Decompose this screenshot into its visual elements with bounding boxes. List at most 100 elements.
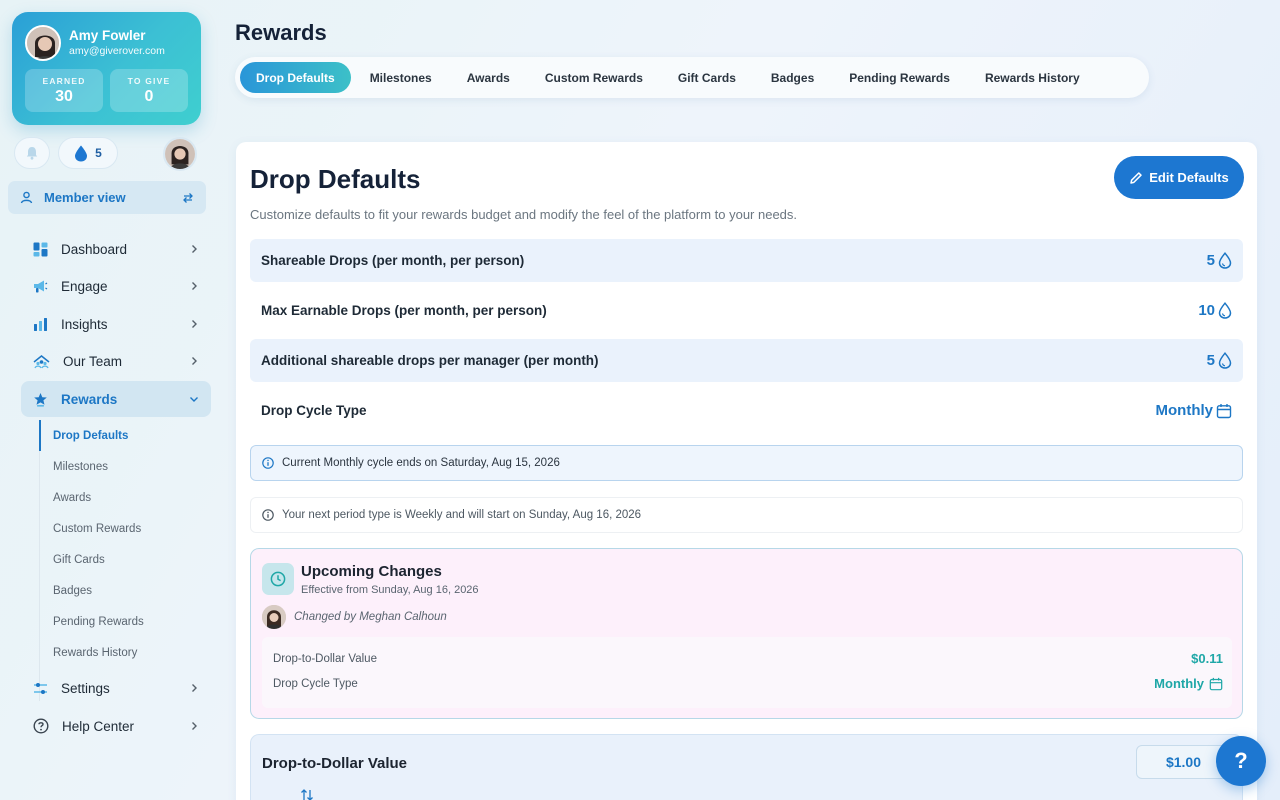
dashboard-icon xyxy=(33,242,48,256)
setting-value: 10 xyxy=(1198,302,1232,319)
card-description: Customize defaults to fit your rewards b… xyxy=(250,207,798,222)
to-give-label: TO GIVE xyxy=(127,76,171,86)
earned-stat: EARNED 30 xyxy=(25,69,103,112)
change-row: Drop Cycle Type Monthly xyxy=(273,676,1223,691)
member-view-toggle[interactable]: Member view xyxy=(8,181,206,214)
drops-balance-button[interactable]: 5 xyxy=(58,137,118,169)
setting-manager-drops: Additional shareable drops per manager (… xyxy=(250,339,1243,382)
nav-dashboard[interactable]: Dashboard xyxy=(21,231,211,267)
star-icon xyxy=(34,392,47,407)
clock-badge xyxy=(262,563,294,595)
setting-max-earnable-drops: Max Earnable Drops (per month, per perso… xyxy=(250,289,1243,332)
upcoming-effective-date: Effective from Sunday, Aug 16, 2026 xyxy=(301,584,479,596)
to-give-value: 0 xyxy=(144,88,154,105)
clock-icon xyxy=(270,571,286,587)
subnav-rewards-history[interactable]: Rewards History xyxy=(39,638,209,669)
upcoming-title: Upcoming Changes xyxy=(301,563,442,580)
bell-icon xyxy=(26,147,38,160)
user-email: amy@giverover.com xyxy=(69,45,165,57)
notifications-button[interactable] xyxy=(14,137,50,169)
nav-rewards[interactable]: Rewards xyxy=(21,381,211,417)
chevron-right-icon xyxy=(192,245,197,253)
subnav-milestones[interactable]: Milestones xyxy=(39,451,209,482)
setting-drop-cycle-type: Drop Cycle Type Monthly xyxy=(250,389,1243,432)
chevron-right-icon xyxy=(192,357,197,365)
tab-pending-rewards[interactable]: Pending Rewards xyxy=(833,62,966,93)
setting-value-text: 10 xyxy=(1198,302,1215,319)
tab-gift-cards[interactable]: Gift Cards xyxy=(662,62,752,93)
user-name: Amy Fowler xyxy=(69,28,146,43)
tab-milestones[interactable]: Milestones xyxy=(354,62,448,93)
drop-to-dollar-panel: Drop-to-Dollar Value $1.00 xyxy=(250,734,1243,800)
page-title: Rewards xyxy=(235,20,327,45)
nav-engage-label: Engage xyxy=(61,278,108,294)
profile-card[interactable]: Amy Fowler amy@giverover.com EARNED 30 T… xyxy=(12,12,201,125)
to-give-stat: TO GIVE 0 xyxy=(110,69,188,112)
tab-drop-defaults[interactable]: Drop Defaults xyxy=(240,62,351,93)
team-icon xyxy=(33,354,50,368)
sidebar: Amy Fowler amy@giverover.com EARNED 30 T… xyxy=(0,0,222,800)
tab-custom-rewards[interactable]: Custom Rewards xyxy=(529,62,659,93)
rewards-subnav: Drop Defaults Milestones Awards Custom R… xyxy=(39,420,209,701)
info-icon xyxy=(262,457,274,469)
change-value: $0.11 xyxy=(1191,651,1223,666)
change-label: Drop Cycle Type xyxy=(273,677,358,690)
edit-defaults-button[interactable]: Edit Defaults xyxy=(1114,156,1244,199)
current-cycle-text: Current Monthly cycle ends on Saturday, … xyxy=(282,457,560,469)
sliders-icon xyxy=(34,682,47,694)
drop-outline-icon xyxy=(1218,302,1232,319)
profile-avatar-button[interactable] xyxy=(163,137,197,171)
swap-icon xyxy=(183,192,193,203)
earned-label: EARNED xyxy=(42,76,86,86)
setting-value-text: 5 xyxy=(1206,352,1215,369)
card-title: Drop Defaults xyxy=(250,164,421,194)
nav-settings-label: Settings xyxy=(61,680,110,696)
subnav-drop-defaults[interactable]: Drop Defaults xyxy=(39,420,209,452)
rewards-tabs: Drop Defaults Milestones Awards Custom R… xyxy=(235,57,1149,98)
drop-icon xyxy=(75,145,88,161)
nav-rewards-label: Rewards xyxy=(61,391,118,407)
nav-settings[interactable]: Settings xyxy=(21,670,211,706)
chevron-down-icon xyxy=(190,397,198,402)
nav-help-center-label: Help Center xyxy=(62,718,135,734)
setting-value-text: 5 xyxy=(1206,252,1215,269)
info-icon xyxy=(262,509,274,521)
subnav-custom-rewards[interactable]: Custom Rewards xyxy=(39,513,209,544)
change-value: Monthly xyxy=(1154,676,1223,691)
tab-awards[interactable]: Awards xyxy=(451,62,526,93)
user-avatar xyxy=(25,25,61,61)
nav-our-team[interactable]: Our Team xyxy=(21,343,211,379)
drop-outline-icon xyxy=(1218,352,1232,369)
tab-rewards-history[interactable]: Rewards History xyxy=(969,62,1096,93)
nav-help-center[interactable]: Help Center xyxy=(21,708,211,744)
setting-value-text: Monthly xyxy=(1155,402,1214,419)
drop-to-dollar-title: Drop-to-Dollar Value xyxy=(262,755,408,772)
chevron-right-icon xyxy=(192,282,197,290)
earned-value: 30 xyxy=(55,88,73,105)
subnav-badges[interactable]: Badges xyxy=(39,575,209,606)
setting-value: 5 xyxy=(1207,252,1232,269)
subnav-awards[interactable]: Awards xyxy=(39,482,209,513)
chevron-right-icon xyxy=(192,684,197,692)
user-icon xyxy=(20,191,33,204)
pencil-icon xyxy=(1130,171,1143,184)
nav-insights-label: Insights xyxy=(61,316,108,332)
setting-label: Additional shareable drops per manager (… xyxy=(261,353,599,368)
drop-defaults-card: Drop Defaults Edit Defaults Customize de… xyxy=(236,142,1257,800)
setting-value: 5 xyxy=(1207,352,1232,369)
subnav-gift-cards[interactable]: Gift Cards xyxy=(39,544,209,575)
current-cycle-notice: Current Monthly cycle ends on Saturday, … xyxy=(250,445,1243,481)
nav-dashboard-label: Dashboard xyxy=(61,241,128,257)
setting-value: Monthly xyxy=(1156,402,1233,419)
help-chat-button[interactable]: ? xyxy=(1216,736,1266,786)
nav-engage[interactable]: Engage xyxy=(21,268,211,304)
calendar-icon xyxy=(1216,403,1232,418)
bar-chart-icon xyxy=(34,317,47,331)
tab-badges[interactable]: Badges xyxy=(755,62,830,93)
change-label: Drop-to-Dollar Value xyxy=(273,652,377,665)
nav-insights[interactable]: Insights xyxy=(21,306,211,342)
subnav-pending-rewards[interactable]: Pending Rewards xyxy=(39,607,209,638)
chevron-right-icon xyxy=(192,320,197,328)
changed-by: Changed by Meghan Calhoun xyxy=(262,605,447,629)
help-circle-icon xyxy=(33,718,49,734)
